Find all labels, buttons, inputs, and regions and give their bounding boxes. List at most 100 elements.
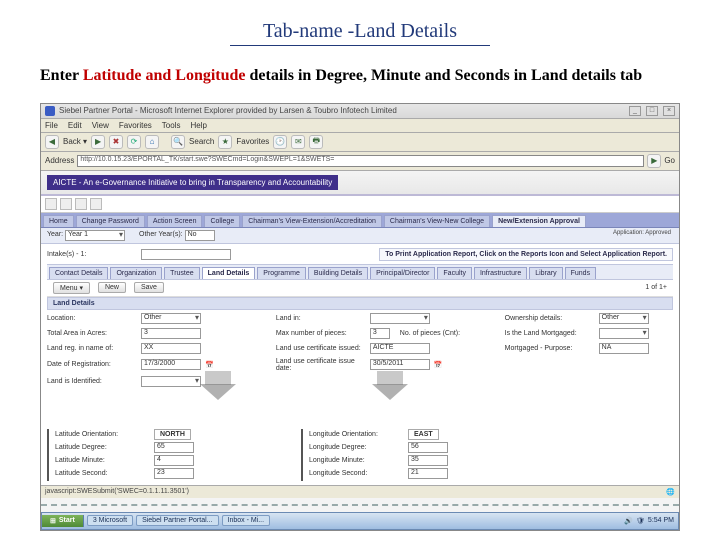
land-identified-label: Land is Identified: — [47, 378, 137, 385]
menu-edit[interactable]: Edit — [68, 121, 82, 130]
land-in-select[interactable] — [370, 313, 430, 324]
history-icon[interactable]: 🕑 — [273, 135, 287, 149]
calendar-icon[interactable]: 📅 — [205, 361, 214, 369]
intake-input[interactable] — [141, 249, 231, 260]
long-sec-input[interactable]: 21 — [408, 468, 448, 479]
ownership-select[interactable]: Other — [599, 313, 649, 324]
cert-date-input[interactable]: 30/5/2011 — [370, 359, 430, 370]
address-input[interactable]: http://10.0.15.23/EPORTAL_TK/start.swe?S… — [77, 155, 644, 167]
back-button[interactable]: ◀ — [45, 135, 59, 149]
tab-chairman-ext[interactable]: Chairman's View-Extension/Accreditation — [242, 215, 382, 227]
subtab-faculty[interactable]: Faculty — [437, 267, 472, 279]
close-button[interactable]: × — [663, 106, 675, 116]
subtab-organization[interactable]: Organization — [110, 267, 162, 279]
mail-icon[interactable]: ✉ — [291, 135, 305, 149]
long-deg-label: Longitude Degree: — [309, 444, 404, 451]
subtab-trustee[interactable]: Trustee — [164, 267, 199, 279]
save-button[interactable]: Save — [134, 282, 164, 293]
menu-file[interactable]: File — [45, 121, 58, 130]
stop-button[interactable]: ✖ — [109, 135, 123, 149]
long-deg-input[interactable]: 56 — [408, 442, 448, 453]
ie-toolbar: ◀ Back ▾ ▶ ✖ ⟳ ⌂ 🔍 Search ★ Favorites 🕑 … — [41, 133, 679, 152]
ie-title-bar: Siebel Partner Portal - Microsoft Intern… — [41, 104, 679, 119]
subtab-toolbar: Menu ▾ New Save 1 of 1+ — [47, 280, 673, 297]
tray-icon[interactable]: 🛡 — [636, 517, 645, 525]
taskbar-item[interactable]: Inbox - Mi... — [222, 515, 271, 526]
long-orientation-value[interactable]: EAST — [408, 429, 439, 440]
favorites-label[interactable]: Favorites — [236, 137, 269, 146]
instruction-prefix: Enter — [40, 67, 83, 84]
subtab-contact[interactable]: Contact Details — [49, 267, 108, 279]
new-button[interactable]: New — [98, 282, 126, 293]
refresh-button[interactable]: ⟳ — [127, 135, 141, 149]
menu-view[interactable]: View — [92, 121, 109, 130]
lat-sec-input[interactable]: 23 — [154, 468, 194, 479]
taskbar-item[interactable]: Siebel Partner Portal... — [136, 515, 218, 526]
num-pieces-label: No. of pieces (Cnt): — [400, 330, 460, 337]
reg-name-input[interactable]: XX — [141, 343, 201, 354]
cert-issued-input[interactable]: AICTE — [370, 343, 430, 354]
app-body: Intake(s) - 1: To Print Application Repo… — [41, 244, 679, 485]
subtab-land-details[interactable]: Land Details — [202, 267, 256, 279]
app-icon-generic[interactable] — [60, 198, 72, 210]
lat-deg-input[interactable]: 65 — [154, 442, 194, 453]
other-year-input[interactable]: No — [185, 230, 215, 241]
subtab-programme[interactable]: Programme — [257, 267, 306, 279]
subtab-funds[interactable]: Funds — [565, 267, 596, 279]
ie-status-bar: javascript:SWESubmit('SWEC=0.1.1.11.3501… — [41, 485, 679, 498]
tab-change-password[interactable]: Change Password — [76, 215, 145, 227]
menu-favorites[interactable]: Favorites — [119, 121, 152, 130]
calendar-icon[interactable]: 📅 — [434, 361, 443, 369]
subtab-building[interactable]: Building Details — [308, 267, 368, 279]
app-icon-generic[interactable] — [75, 198, 87, 210]
home-button[interactable]: ⌂ — [145, 135, 159, 149]
long-min-input[interactable]: 35 — [408, 455, 448, 466]
windows-taskbar: ⊞Start 3 Microsoft Siebel Partner Portal… — [41, 512, 679, 530]
tab-new-extension-approval[interactable]: New/Extension Approval — [492, 215, 586, 227]
subtab-infra[interactable]: Infrastructure — [474, 267, 527, 279]
go-button[interactable]: ▶ — [647, 154, 661, 168]
app-icon-generic[interactable] — [45, 198, 57, 210]
lat-orientation-label: Latitude Orientation: — [55, 431, 150, 438]
tab-chairman-new[interactable]: Chairman's View-New College — [384, 215, 490, 227]
cert-date-label: Land use certificate issue date: — [276, 358, 366, 372]
record-counter: 1 of 1+ — [645, 284, 667, 291]
max-pieces-input[interactable]: 3 — [370, 328, 390, 339]
menu-help[interactable]: Help — [190, 121, 206, 130]
mortgaged-select[interactable] — [599, 328, 649, 339]
tab-college[interactable]: College — [204, 215, 240, 227]
year-select[interactable]: Year 1 — [65, 230, 125, 241]
arrow-longitude — [47, 387, 673, 423]
subtab-principal[interactable]: Principal/Director — [370, 267, 435, 279]
print-icon[interactable]: 🖶 — [309, 135, 323, 149]
minimize-button[interactable]: _ — [629, 106, 641, 116]
tab-home[interactable]: Home — [43, 215, 74, 227]
ie-menu-bar: File Edit View Favorites Tools Help — [41, 119, 679, 133]
app-icon-generic[interactable] — [90, 198, 102, 210]
forward-button[interactable]: ▶ — [91, 135, 105, 149]
favorites-icon[interactable]: ★ — [218, 135, 232, 149]
page-title: Tab-name -Land Details — [230, 20, 490, 46]
subtab-library[interactable]: Library — [529, 267, 562, 279]
menu-dropdown-button[interactable]: Menu ▾ — [53, 282, 90, 294]
tray-icon[interactable]: 🔊 — [624, 517, 633, 525]
search-icon[interactable]: 🔍 — [171, 135, 185, 149]
date-reg-label: Date of Registration: — [47, 361, 137, 368]
back-label[interactable]: Back ▾ — [63, 137, 87, 146]
taskbar-item[interactable]: 3 Microsoft — [87, 515, 133, 526]
mortgaged-label: Is the Land Mortgaged: — [505, 330, 595, 337]
tab-action-screen[interactable]: Action Screen — [147, 215, 203, 227]
total-area-input[interactable]: 3 — [141, 328, 201, 339]
start-button[interactable]: ⊞Start — [42, 515, 84, 527]
location-select[interactable]: Other — [141, 313, 201, 324]
menu-tools[interactable]: Tools — [162, 121, 181, 130]
maximize-button[interactable]: □ — [646, 106, 658, 116]
lat-orientation-value[interactable]: NORTH — [154, 429, 191, 440]
lat-min-input[interactable]: 4 — [154, 455, 194, 466]
land-identified-select[interactable] — [141, 376, 201, 387]
latitude-panel: Latitude Orientation: NORTH Latitude Deg… — [47, 429, 291, 481]
search-label[interactable]: Search — [189, 137, 214, 146]
date-reg-input[interactable]: 17/3/2000 — [141, 359, 201, 370]
mortgaged-purpose-input[interactable]: NA — [599, 343, 649, 354]
longitude-panel: Longitude Orientation: EAST Longitude De… — [301, 429, 545, 481]
